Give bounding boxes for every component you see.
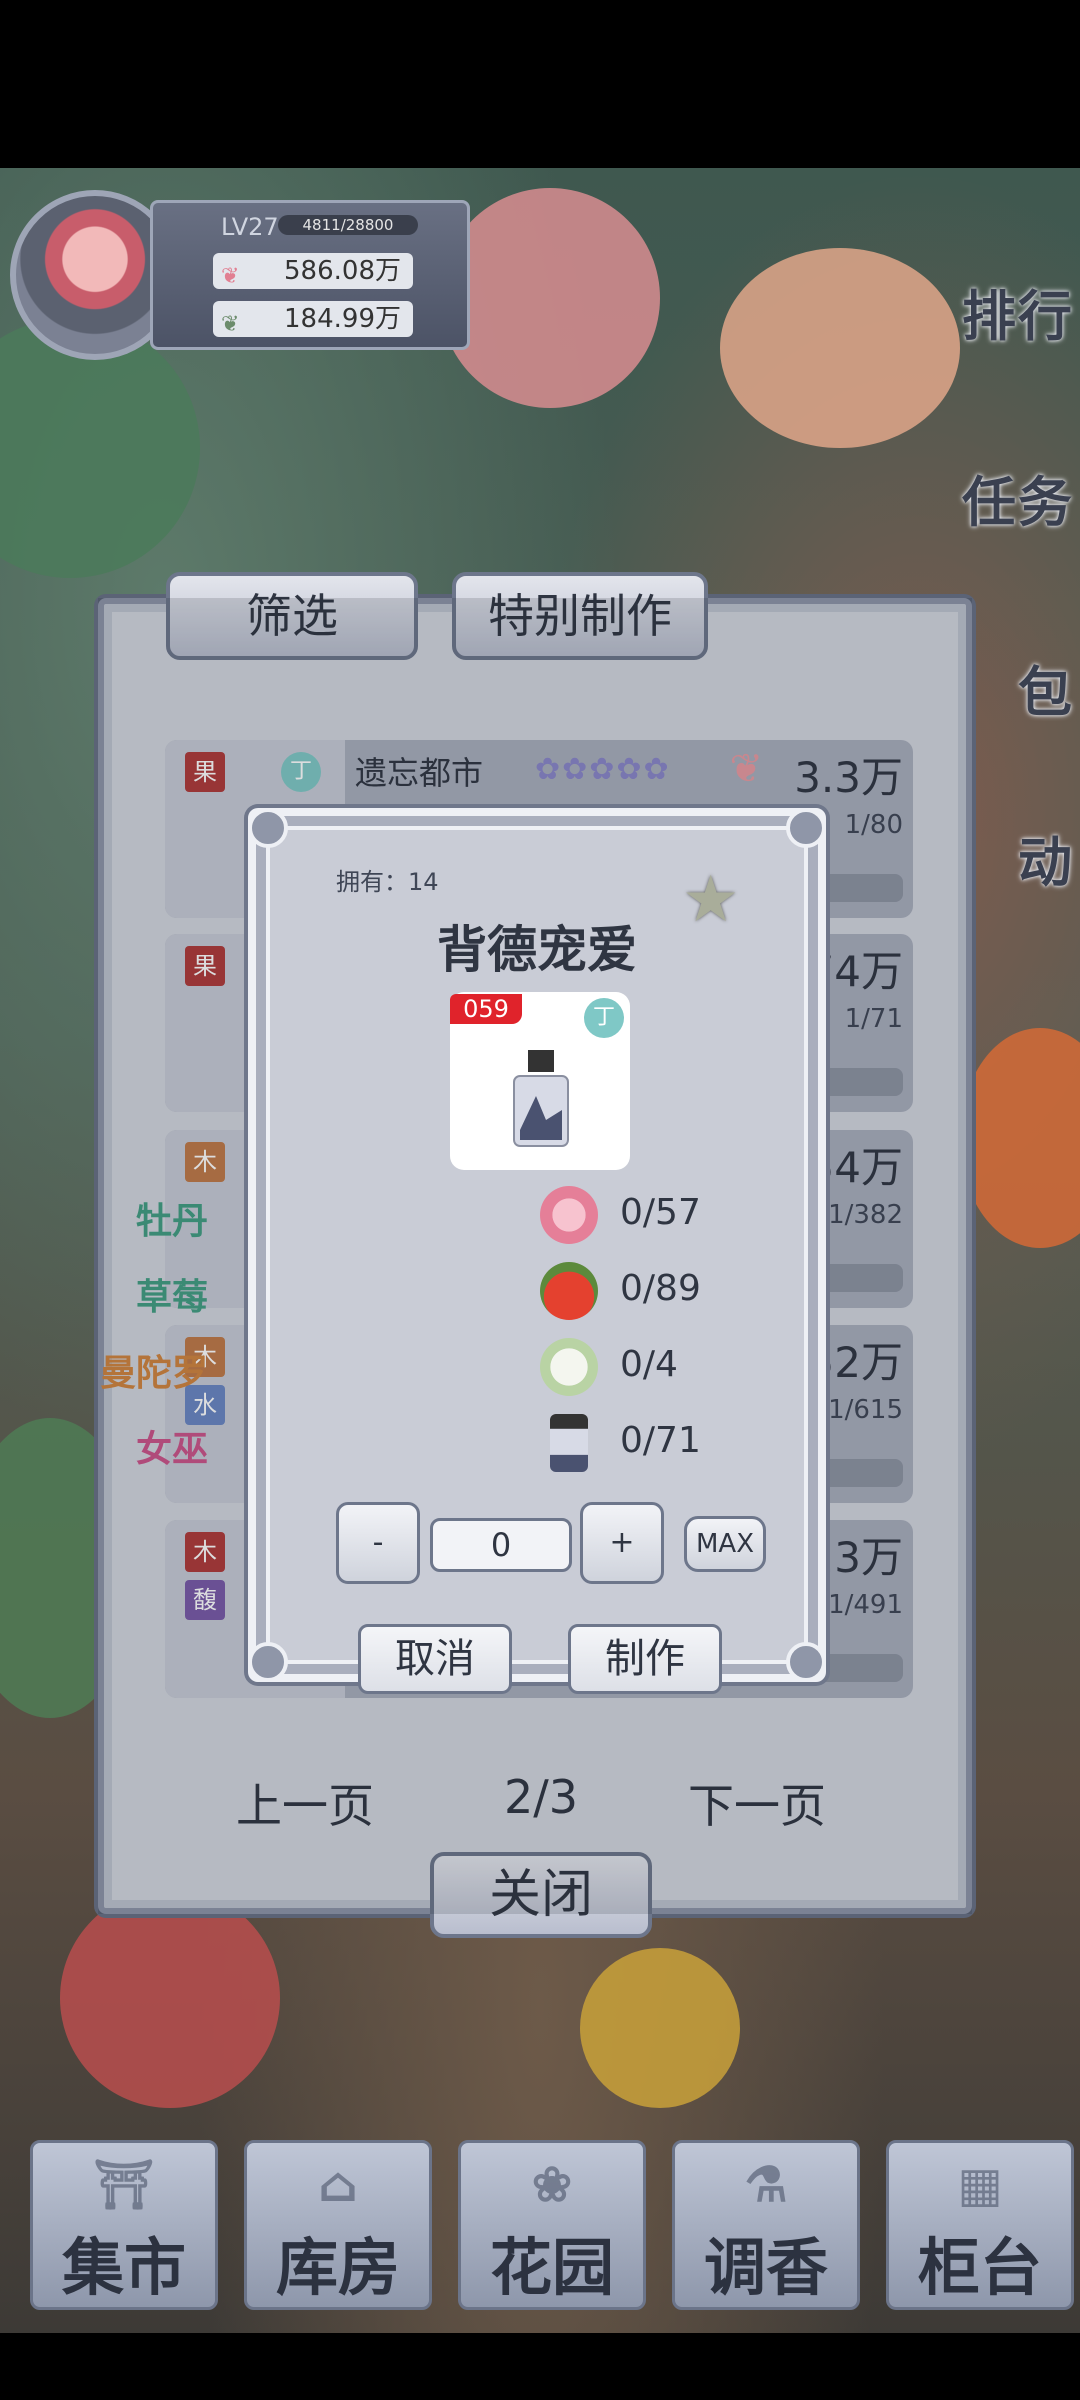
nav-counter-label: 柜台 [917,2231,1042,2304]
side-menu-ranking[interactable]: 排行 [962,272,1074,351]
ingredient-name: 牡丹 [135,1201,208,1242]
rose-icon: ❀ [531,2157,573,2213]
currency-leaves: ❦ 184.99万 [213,301,413,337]
leaf-icon: ❦ [221,312,240,337]
side-menu-events[interactable]: 动 [1018,818,1074,897]
nav-market[interactable]: ⛩ 集市 [30,2140,218,2310]
decrease-quantity-button[interactable]: - [336,1502,420,1584]
flower-decoration [720,248,960,448]
nav-warehouse-label: 库房 [275,2231,400,2304]
petal-icon: ❦ [221,264,240,289]
increase-quantity-button[interactable]: + [580,1502,664,1584]
exp-bar: 4811/28800 [278,215,418,235]
currency-petals: ❦ 586.08万 [213,253,413,289]
player-profile[interactable]: LV27 4811/28800 ❦ 586.08万 ❦ 184.99万 [10,190,470,360]
peony-icon [540,1186,598,1244]
flask-decoration [580,1948,740,2108]
datura-icon [540,1338,598,1396]
ingredient-count: 0/57 [620,1192,701,1233]
perfume-bottle-icon [513,1050,569,1147]
nav-perfume[interactable]: ⚗ 调香 [672,2140,860,2310]
max-quantity-button[interactable]: MAX [684,1516,766,1572]
product-number: 059 [450,994,522,1024]
quantity-input[interactable]: 0 [430,1518,572,1572]
nav-warehouse[interactable]: ⌂ 库房 [244,2140,432,2310]
ingredient-count: 0/4 [620,1344,678,1385]
owned-count: 拥有：14 [336,868,439,896]
strawberry-icon [540,1262,598,1320]
player-stats-panel: LV27 4811/28800 ❦ 586.08万 ❦ 184.99万 [150,200,470,350]
market-icon: ⛩ [93,2157,155,2213]
side-menu-bag[interactable]: 包 [1018,648,1074,727]
nav-counter[interactable]: ▦ 柜台 [886,2140,1074,2310]
cancel-button[interactable]: 取消 [358,1624,512,1694]
product-image: 059 丁 [450,992,630,1170]
player-level: LV27 [221,213,279,241]
flask-decoration [60,1888,280,2108]
counter-icon: ▦ [957,2157,1003,2213]
house-icon: ⌂ [317,2157,359,2213]
corner-ornament [786,1642,826,1682]
nav-market-label: 集市 [61,2231,186,2304]
nav-perfume-label: 调香 [703,2231,828,2304]
nav-garden[interactable]: ❀ 花园 [458,2140,646,2310]
nav-garden-label: 花园 [489,2231,614,2304]
corner-ornament [786,808,826,848]
perfume-icon: ⚗ [744,2157,788,2213]
ingredient-name: 女巫 [135,1429,208,1470]
ingredient-name: 草莓 [135,1277,208,1318]
corner-ornament [248,808,288,848]
witch-bottle-icon [550,1414,588,1472]
side-menu-tasks[interactable]: 任务 [962,458,1074,537]
flower-decoration [960,1028,1080,1248]
ingredient-count: 0/71 [620,1420,701,1461]
corner-ornament [248,1642,288,1682]
flower-decoration [440,188,660,408]
ingredient-name: 曼陀罗 [99,1353,208,1394]
ingredient-count: 0/89 [620,1268,701,1309]
currency-leaves-value: 184.99万 [284,304,401,334]
make-button[interactable]: 制作 [568,1624,722,1694]
currency-petals-value: 586.08万 [284,256,401,286]
coin-icon: 丁 [584,998,624,1038]
bottom-nav: ⛩ 集市 ⌂ 库房 ❀ 花园 ⚗ 调香 ▦ 柜台 [20,2130,1074,2310]
recipe-title: 背德宠爱 [437,921,637,979]
